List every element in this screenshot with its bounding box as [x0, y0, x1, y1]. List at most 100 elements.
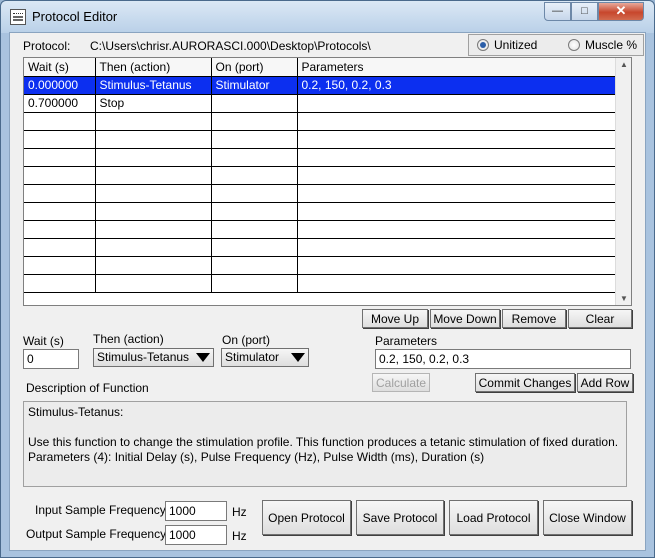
- close-window-button[interactable]: ✕: [598, 2, 644, 21]
- move-down-button[interactable]: Move Down: [430, 309, 500, 328]
- cell-port[interactable]: [211, 220, 298, 239]
- column-header-port[interactable]: On (port): [211, 58, 298, 77]
- cell-port[interactable]: [211, 238, 298, 257]
- maximize-button[interactable]: □: [571, 2, 598, 21]
- cell-parameters[interactable]: [297, 130, 617, 149]
- table-row[interactable]: [24, 130, 617, 149]
- table-row[interactable]: [24, 274, 617, 293]
- cell-action[interactable]: [95, 274, 212, 293]
- cell-action[interactable]: Stimulus-Tetanus: [95, 76, 212, 95]
- column-header-wait[interactable]: Wait (s): [24, 58, 96, 77]
- cell-port[interactable]: [211, 148, 298, 167]
- cell-action[interactable]: [95, 238, 212, 257]
- scroll-up-icon[interactable]: ▲: [620, 60, 628, 69]
- column-header-parameters[interactable]: Parameters: [297, 58, 617, 77]
- table-row[interactable]: [24, 184, 617, 203]
- cell-port[interactable]: [211, 112, 298, 131]
- cell-action[interactable]: [95, 130, 212, 149]
- unitized-radio[interactable]: [477, 39, 489, 51]
- clear-button[interactable]: Clear: [568, 309, 632, 328]
- remove-button[interactable]: Remove: [502, 309, 566, 328]
- cell-action[interactable]: [95, 184, 212, 203]
- port-select[interactable]: Stimulator: [221, 348, 309, 367]
- close-icon: ✕: [615, 3, 627, 18]
- close-window-action-button[interactable]: Close Window: [543, 500, 632, 535]
- protocol-path: C:\Users\chrisr.AURORASCI.000\Desktop\Pr…: [90, 39, 371, 53]
- cell-action[interactable]: [95, 148, 212, 167]
- table-row[interactable]: 0.000000 Stimulus-Tetanus Stimulator 0.2, 1…: [24, 76, 617, 95]
- wait-input[interactable]: [23, 349, 79, 369]
- cell-parameters[interactable]: [297, 238, 617, 257]
- cell-parameters[interactable]: [297, 256, 617, 275]
- load-protocol-button[interactable]: Load Protocol: [449, 500, 538, 535]
- cell-wait[interactable]: [24, 220, 96, 239]
- cell-parameters[interactable]: [297, 184, 617, 203]
- cell-parameters[interactable]: [297, 166, 617, 185]
- cell-wait[interactable]: [24, 274, 96, 293]
- title-bar[interactable]: Protocol Editor — □ ✕: [1, 1, 654, 33]
- cell-wait[interactable]: [24, 112, 96, 131]
- cell-wait[interactable]: [24, 184, 96, 203]
- cell-action[interactable]: [95, 166, 212, 185]
- cell-port[interactable]: [211, 256, 298, 275]
- cell-parameters[interactable]: [297, 112, 617, 131]
- table-row[interactable]: [24, 238, 617, 257]
- cell-port[interactable]: [211, 184, 298, 203]
- table-row[interactable]: [24, 166, 617, 185]
- parameters-label: Parameters: [375, 334, 438, 348]
- open-protocol-button[interactable]: Open Protocol: [262, 500, 351, 535]
- table-row[interactable]: 0.700000 Stop: [24, 94, 617, 113]
- cell-parameters[interactable]: [297, 94, 617, 113]
- add-row-button[interactable]: Add Row: [577, 373, 633, 392]
- cell-action[interactable]: [95, 220, 212, 239]
- cell-port[interactable]: [211, 94, 298, 113]
- cell-wait[interactable]: [24, 130, 96, 149]
- cell-wait[interactable]: [24, 148, 96, 167]
- cell-port[interactable]: [211, 202, 298, 221]
- table-row[interactable]: [24, 202, 617, 221]
- protocol-table[interactable]: Wait (s) Then (action) On (port) Paramet…: [23, 57, 632, 306]
- cell-wait[interactable]: [24, 256, 96, 275]
- table-row[interactable]: [24, 256, 617, 275]
- cell-wait[interactable]: [24, 202, 96, 221]
- cell-parameters[interactable]: [297, 202, 617, 221]
- minimize-button[interactable]: —: [544, 2, 571, 21]
- column-header-action[interactable]: Then (action): [95, 58, 212, 77]
- output-sample-frequency-input[interactable]: [165, 525, 227, 545]
- cell-action[interactable]: [95, 112, 212, 131]
- commit-changes-button[interactable]: Commit Changes: [475, 373, 575, 392]
- cell-port[interactable]: Stimulator: [211, 76, 298, 95]
- wait-label: Wait (s): [23, 334, 64, 348]
- scroll-down-icon[interactable]: ▼: [620, 294, 628, 303]
- output-frequency-unit: Hz: [232, 529, 247, 543]
- save-protocol-button[interactable]: Save Protocol: [356, 500, 444, 535]
- cell-wait[interactable]: 0.700000: [24, 94, 96, 113]
- cell-wait[interactable]: [24, 238, 96, 257]
- cell-action[interactable]: Stop: [95, 94, 212, 113]
- maximize-icon: □: [581, 5, 588, 17]
- table-row[interactable]: [24, 112, 617, 131]
- table-header-row: Wait (s) Then (action) On (port) Paramet…: [24, 58, 617, 77]
- action-select[interactable]: Stimulus-Tetanus: [93, 348, 214, 367]
- cell-port[interactable]: [211, 130, 298, 149]
- cell-parameters[interactable]: [297, 274, 617, 293]
- cell-action[interactable]: [95, 256, 212, 275]
- cell-parameters[interactable]: [297, 220, 617, 239]
- parameters-input[interactable]: [375, 349, 631, 369]
- cell-port[interactable]: [211, 274, 298, 293]
- cell-parameters[interactable]: [297, 148, 617, 167]
- calculate-button[interactable]: Calculate: [372, 373, 430, 392]
- cell-action[interactable]: [95, 202, 212, 221]
- dropdown-arrow-icon: [291, 353, 305, 362]
- action-label: Then (action): [93, 332, 164, 346]
- cell-parameters[interactable]: 0.2, 150, 0.2, 0.3: [297, 76, 617, 95]
- muscle-percent-radio[interactable]: [568, 39, 580, 51]
- table-row[interactable]: [24, 148, 617, 167]
- cell-wait[interactable]: [24, 166, 96, 185]
- cell-wait[interactable]: 0.000000: [24, 76, 96, 95]
- cell-port[interactable]: [211, 166, 298, 185]
- table-row[interactable]: [24, 220, 617, 239]
- move-up-button[interactable]: Move Up: [362, 309, 428, 328]
- table-scrollbar[interactable]: ▲ ▼: [615, 58, 631, 305]
- input-sample-frequency-input[interactable]: [165, 501, 227, 521]
